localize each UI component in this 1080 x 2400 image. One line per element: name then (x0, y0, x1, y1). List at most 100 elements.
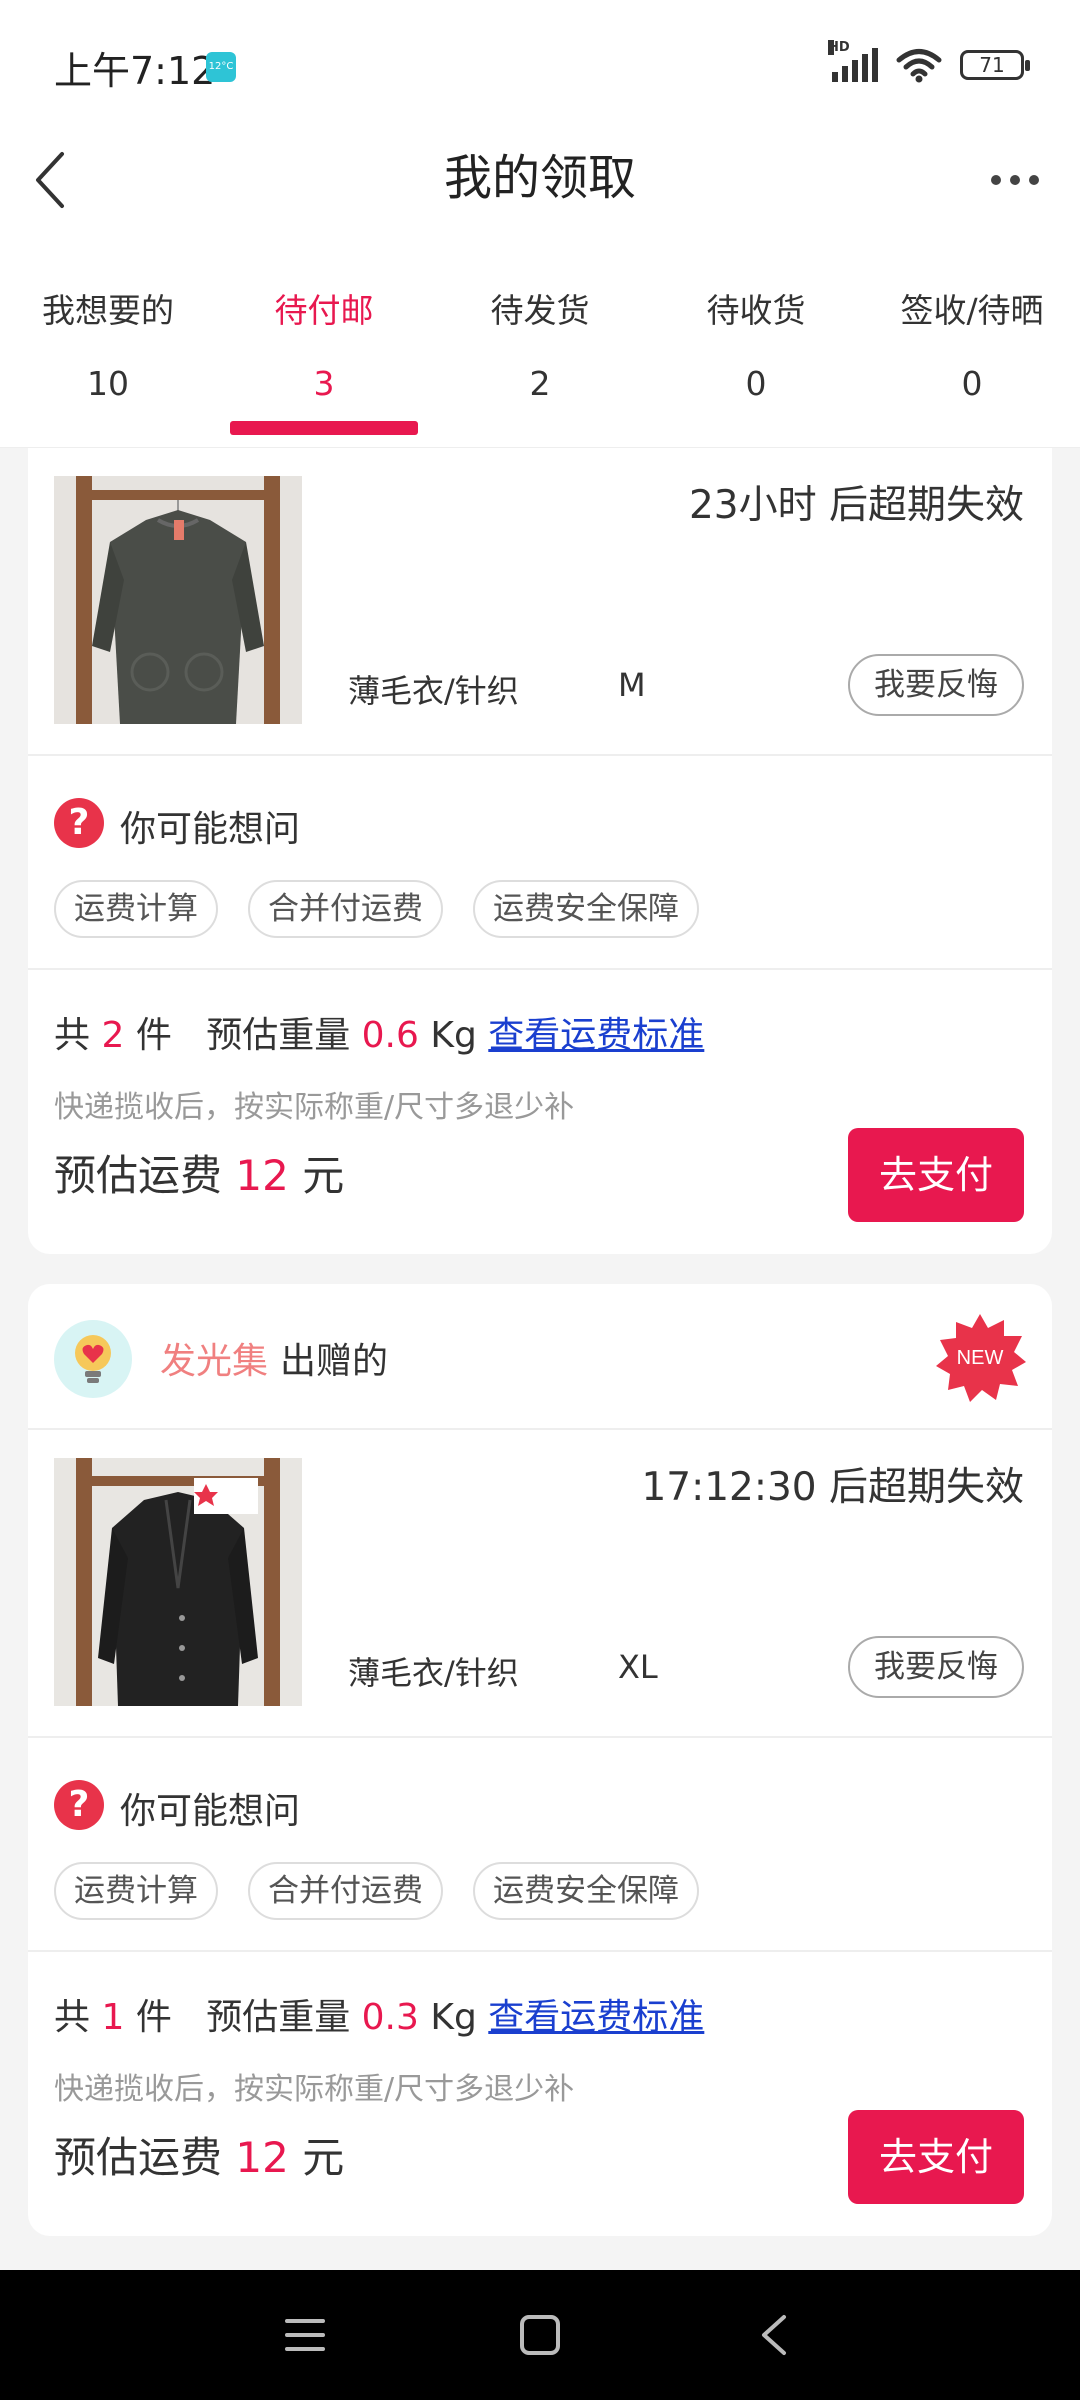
item-unit: 件 (135, 1997, 172, 2038)
more-dot-icon (1010, 175, 1020, 185)
question-icon: ? (54, 798, 104, 848)
signal-icon: HD (828, 40, 878, 82)
regret-button[interactable]: 我要反悔 (848, 654, 1024, 716)
weather-icon: 12°C (206, 52, 236, 82)
faq-section: ? 你可能想问 运费计算 合并付运费 运费安全保障 (28, 756, 1052, 970)
faq-title: 你可能想问 (120, 809, 301, 850)
regret-button[interactable]: 我要反悔 (848, 1636, 1024, 1698)
order-tabs: 我想要的 10 待付邮 3 待发货 2 待收货 0 签收/待晒 0 (0, 270, 1080, 448)
system-nav-bar (0, 2270, 1080, 2400)
summary-line: 共 2 件 预估重量 0.6 Kg 查看运费标准 (54, 1006, 704, 1058)
faq-chip[interactable]: 运费计算 (54, 880, 218, 938)
tab-label: 待收货 (706, 291, 806, 330)
seller-avatar[interactable] (54, 1320, 132, 1398)
weight-unit: Kg (430, 1997, 477, 2038)
faq-chips: 运费计算 合并付运费 运费安全保障 (54, 1862, 699, 1920)
more-options-button[interactable] (980, 140, 1050, 220)
summary-prefix: 共 (54, 1997, 91, 2038)
nav-menu-button[interactable] (265, 2300, 345, 2370)
faq-chip[interactable]: 运费计算 (54, 1862, 218, 1920)
faq-chip[interactable]: 运费安全保障 (473, 1862, 699, 1920)
expiry-countdown: 17:12:30 后超期失效 (641, 1465, 1024, 1510)
app-header: 我的领取 (0, 130, 1080, 270)
tab-label: 我想要的 (42, 291, 174, 330)
weight-value: 0.6 (361, 1015, 419, 1056)
pay-button[interactable]: 去支付 (848, 1128, 1024, 1222)
new-badge-label: NEW (957, 1347, 1004, 1369)
fee-label: 预估运费 (54, 2133, 223, 2182)
more-dot-icon (991, 175, 1001, 185)
order-card: 23小时 后超期失效 薄毛衣/针织 M 我要反悔 ? 你可能想问 运费计算 合并… (28, 448, 1052, 1254)
item-count: 2 (101, 1015, 125, 1056)
status-icons: HD 71 (828, 40, 1030, 86)
faq-chip[interactable]: 运费安全保障 (473, 880, 699, 938)
item-row: 17:12:30 后超期失效 薄毛衣/针织 XL 我要反悔 (28, 1430, 1052, 1738)
seller-suffix: 出赠的 (280, 1341, 389, 1382)
shipping-note: 快递揽收后，按实际称重/尺寸多退少补 (54, 1090, 575, 1125)
item-category: 薄毛衣/针织 (348, 1654, 519, 1692)
tab-received-review[interactable]: 签收/待晒 0 (864, 270, 1080, 447)
summary-prefix: 共 (54, 1015, 91, 1056)
order-summary: 共 2 件 预估重量 0.6 Kg 查看运费标准 快递揽收后，按实际称重/尺寸多… (28, 970, 1052, 1254)
page-title: 我的领取 (443, 150, 636, 206)
faq-section: ? 你可能想问 运费计算 合并付运费 运费安全保障 (28, 1738, 1052, 1952)
active-tab-indicator (230, 421, 418, 435)
item-count: 1 (101, 1997, 125, 2038)
weight-value: 0.3 (361, 1997, 419, 2038)
battery-icon: 71 (960, 50, 1030, 80)
order-summary: 共 1 件 预估重量 0.3 Kg 查看运费标准 快递揽收后，按实际称重/尺寸多… (28, 1952, 1052, 2236)
item-row: 23小时 后超期失效 薄毛衣/针织 M 我要反悔 (28, 448, 1052, 756)
pay-button[interactable]: 去支付 (848, 2110, 1024, 2204)
tab-label: 待发货 (490, 291, 590, 330)
item-unit: 件 (135, 1015, 172, 1056)
item-size: XL (618, 1648, 658, 1686)
back-triangle-icon (762, 2315, 786, 2355)
tab-wanted[interactable]: 我想要的 10 (0, 270, 216, 447)
seller-name[interactable]: 发光集 (160, 1332, 268, 1384)
item-photo[interactable] (54, 476, 302, 724)
tab-awaiting-receipt[interactable]: 待收货 0 (648, 270, 864, 447)
weight-label: 预估重量 (206, 1015, 351, 1056)
summary-line: 共 1 件 预估重量 0.3 Kg 查看运费标准 (54, 1988, 704, 2040)
more-dot-icon (1029, 175, 1039, 185)
new-badge-icon: NEW (936, 1314, 1026, 1402)
weight-unit: Kg (430, 1015, 477, 1056)
seller-row[interactable]: 发光集 出赠的 NEW (28, 1284, 1052, 1430)
nav-back-button[interactable] (734, 2300, 814, 2370)
weight-label: 预估重量 (206, 1997, 351, 2038)
tab-count: 2 (529, 364, 551, 403)
tab-count: 3 (313, 364, 335, 403)
tab-count: 0 (745, 364, 767, 403)
grey-knit-sweater-photo (54, 476, 302, 724)
tab-count: 10 (87, 364, 129, 403)
wifi-icon (896, 49, 942, 83)
item-category: 薄毛衣/针织 (348, 672, 519, 710)
fee-unit: 元 (302, 1151, 345, 1200)
faq-title: 你可能想问 (120, 1791, 301, 1832)
faq-chips: 运费计算 合并付运费 运费安全保障 (54, 880, 699, 938)
expiry-countdown: 23小时 后超期失效 (688, 483, 1024, 528)
shipping-standard-link[interactable]: 查看运费标准 (488, 1997, 704, 2038)
tab-label: 签收/待晒 (900, 291, 1044, 330)
tab-awaiting-dispatch[interactable]: 待发货 2 (432, 270, 648, 447)
home-square-icon (520, 2315, 560, 2355)
tab-awaiting-shipping-fee[interactable]: 待付邮 3 (216, 270, 432, 447)
shipping-note: 快递揽收后，按实际称重/尺寸多退少补 (54, 2072, 575, 2107)
faq-chip[interactable]: 合并付运费 (248, 1862, 443, 1920)
fee-line: 预估运费 12 元 (54, 1142, 344, 1203)
nav-home-button[interactable] (500, 2300, 580, 2370)
tab-count: 0 (961, 364, 983, 403)
fee-value: 12 (235, 2133, 289, 2182)
question-icon: ? (54, 1780, 104, 1830)
menu-icon (285, 2319, 325, 2351)
tab-label: 待付邮 (274, 291, 374, 330)
item-photo[interactable] (54, 1458, 302, 1706)
faq-chip[interactable]: 合并付运费 (248, 880, 443, 938)
network-type: HD (828, 40, 850, 55)
shipping-standard-link[interactable]: 查看运费标准 (488, 1015, 704, 1056)
item-size: M (618, 666, 646, 704)
fee-unit: 元 (302, 2133, 345, 2182)
black-long-cardigan-photo (54, 1458, 302, 1706)
fee-value: 12 (235, 1151, 289, 1200)
fee-label: 预估运费 (54, 1151, 223, 1200)
